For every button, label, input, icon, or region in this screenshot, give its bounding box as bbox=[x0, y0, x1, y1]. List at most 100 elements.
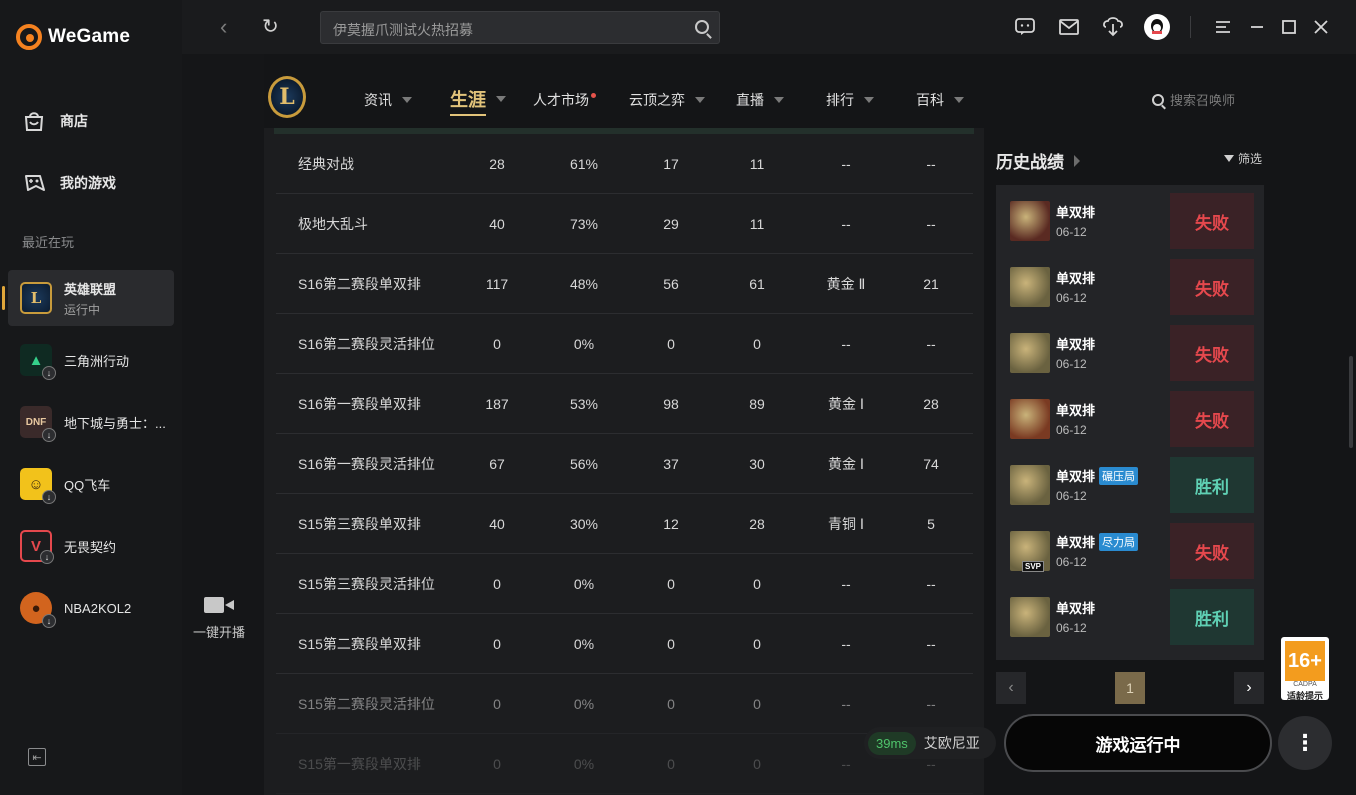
match-result: 失败 bbox=[1170, 193, 1254, 249]
chat-bubble-icon[interactable] bbox=[1014, 17, 1036, 37]
sidebar-game-lol[interactable]: L 英雄联盟 运行中 bbox=[2, 270, 174, 326]
match-result: 失败 bbox=[1170, 259, 1254, 315]
table-cell: 经典对战 bbox=[298, 156, 354, 172]
table-cell: 12 bbox=[663, 516, 679, 532]
tab-ranking[interactable]: 排行 bbox=[826, 90, 874, 110]
table-cell: 98 bbox=[663, 396, 679, 412]
table-cell: 0 bbox=[493, 756, 501, 772]
sidebar-game-qqspeed[interactable]: ☺ ↓ QQ飞车 bbox=[8, 456, 174, 512]
minimize-icon[interactable] bbox=[1246, 17, 1268, 37]
download-badge-icon: ↓ bbox=[42, 428, 56, 442]
top-bar: ‹ ↻ 伊莫握爪测试火热招募 bbox=[182, 0, 1356, 54]
wegame-logo[interactable]: WeGame bbox=[16, 24, 130, 50]
wegame-logo-icon bbox=[16, 24, 42, 50]
history-title[interactable]: 历史战绩 bbox=[996, 148, 1080, 173]
tab-talent-market[interactable]: 人才市场 bbox=[533, 90, 596, 110]
match-mode: 单双排 bbox=[1056, 205, 1096, 220]
sidebar-game-valorant[interactable]: V ↓ 无畏契约 bbox=[8, 518, 174, 574]
sidebar-game-delta[interactable]: ▲ ↓ 三角洲行动 bbox=[8, 332, 174, 388]
filter-button[interactable]: 筛选 bbox=[1224, 150, 1262, 167]
valorant-icon: V ↓ bbox=[20, 530, 54, 564]
server-selector[interactable]: 39ms 艾欧尼亚 bbox=[864, 727, 996, 759]
search-icon[interactable] bbox=[695, 20, 709, 34]
refresh-icon[interactable]: ↻ bbox=[262, 14, 279, 39]
match-mode: 单双排 bbox=[1056, 601, 1096, 616]
table-cell: 30% bbox=[569, 516, 599, 532]
match-mode: 单双排 bbox=[1056, 403, 1096, 418]
scrollbar[interactable] bbox=[1349, 356, 1353, 448]
menu-icon[interactable] bbox=[1212, 17, 1234, 37]
tab-live[interactable]: 直播 bbox=[736, 90, 784, 110]
table-row: S15第二赛段灵活排位 0 0% 0 0 -- -- bbox=[276, 674, 973, 734]
match-item[interactable]: 单双排 06-12 胜利 bbox=[1008, 589, 1254, 645]
prev-page-icon[interactable]: ‹ bbox=[996, 672, 1026, 704]
maximize-icon[interactable] bbox=[1278, 17, 1300, 37]
download-badge-icon: ↓ bbox=[42, 614, 56, 628]
game-running-button[interactable]: 游戏运行中 bbox=[1004, 714, 1272, 772]
table-cell: 0 bbox=[493, 636, 501, 652]
sidebar: WeGame 商店 我的游戏 最近在玩 L 英雄联盟 运行中 ▲↓ 三角洲行动 bbox=[0, 0, 182, 795]
sidebar-item-shop[interactable]: 商店 bbox=[22, 110, 88, 132]
table-cell: 0 bbox=[753, 636, 761, 652]
live-column bbox=[182, 0, 264, 795]
summoner-search-input[interactable]: 搜索召唤师 bbox=[1152, 90, 1235, 109]
table-cell: 11 bbox=[749, 216, 765, 232]
close-icon[interactable] bbox=[1310, 17, 1332, 37]
mail-icon[interactable] bbox=[1058, 17, 1080, 37]
match-item[interactable]: SVP 单双排 尽力局 06-12 失败 bbox=[1008, 523, 1254, 579]
match-result: 失败 bbox=[1170, 523, 1254, 579]
table-cell: 0% bbox=[573, 696, 595, 712]
search-input[interactable]: 伊莫握爪测试火热招募 bbox=[320, 11, 720, 44]
lol-logo-icon[interactable]: L bbox=[268, 76, 306, 118]
sidebar-item-label: 我的游戏 bbox=[60, 175, 116, 191]
chevron-down-icon bbox=[695, 97, 705, 103]
match-tag: 尽力局 bbox=[1099, 532, 1139, 551]
match-date: 06-12 bbox=[1056, 555, 1087, 569]
table-cell: 40 bbox=[489, 216, 505, 232]
tab-news[interactable]: 资讯 bbox=[364, 90, 412, 110]
download-badge-icon: ↓ bbox=[40, 550, 54, 564]
back-arrow-icon[interactable]: ‹ bbox=[220, 14, 227, 40]
tab-tft[interactable]: 云顶之弈 bbox=[629, 90, 705, 110]
start-live-button[interactable]: 一键开播 bbox=[192, 596, 246, 641]
match-item[interactable]: 单双排 碾压局 06-12 胜利 bbox=[1008, 457, 1254, 513]
tab-wiki[interactable]: 百科 bbox=[916, 90, 964, 110]
pagination: ‹ 1 › bbox=[996, 672, 1264, 704]
server-name: 艾欧尼亚 bbox=[923, 735, 980, 751]
table-cell: 187 bbox=[485, 396, 509, 412]
download-icon[interactable] bbox=[1102, 17, 1124, 37]
match-item[interactable]: 单双排 06-12 失败 bbox=[1008, 259, 1254, 315]
table-cell: S15第三赛段单双排 bbox=[298, 516, 421, 532]
match-date: 06-12 bbox=[1056, 489, 1087, 503]
search-icon bbox=[1152, 93, 1164, 106]
table-cell: -- bbox=[841, 696, 851, 712]
avatar-icon[interactable] bbox=[1144, 14, 1170, 40]
table-cell: 21 bbox=[923, 276, 939, 292]
game-name: NBA2KOL2 bbox=[64, 600, 132, 616]
match-item[interactable]: 单双排 06-12 失败 bbox=[1008, 325, 1254, 381]
match-date: 06-12 bbox=[1056, 621, 1087, 635]
sidebar-game-nba2k[interactable]: ● ↓ NBA2KOL2 bbox=[8, 580, 174, 636]
table-cell: S15第一赛段单双排 bbox=[298, 756, 421, 772]
table-cell: 56% bbox=[569, 456, 599, 472]
table-cell: -- bbox=[926, 576, 936, 592]
sidebar-item-my-games[interactable]: 我的游戏 bbox=[22, 172, 116, 194]
match-mode: 单双排 碾压局 bbox=[1056, 466, 1139, 485]
table-cell: 30 bbox=[749, 456, 765, 472]
champion-portrait-icon bbox=[1010, 465, 1050, 505]
tab-career[interactable]: 生涯 bbox=[450, 86, 506, 116]
match-item[interactable]: 单双排 06-12 失败 bbox=[1008, 193, 1254, 249]
table-row: S15第三赛段灵活排位 0 0% 0 0 -- -- bbox=[276, 554, 973, 614]
collapse-sidebar-icon[interactable]: ⇤ bbox=[28, 748, 46, 766]
chevron-right-icon bbox=[1074, 154, 1080, 167]
svp-badge: SVP bbox=[1022, 561, 1045, 572]
wegame-window: WeGame 商店 我的游戏 最近在玩 L 英雄联盟 运行中 ▲↓ 三角洲行动 bbox=[0, 0, 1356, 795]
match-item[interactable]: 单双排 06-12 失败 bbox=[1008, 391, 1254, 447]
table-row: 经典对战 28 61% 17 11 -- -- bbox=[276, 134, 973, 194]
ping-badge: 39ms bbox=[868, 731, 916, 755]
more-vertical-icon[interactable]: ⋮ bbox=[1278, 716, 1332, 770]
next-page-icon[interactable]: › bbox=[1234, 672, 1264, 704]
champion-portrait-icon bbox=[1010, 399, 1050, 439]
sidebar-game-dnf[interactable]: DNF ↓ 地下城与勇士：... bbox=[8, 394, 174, 450]
page-number[interactable]: 1 bbox=[1115, 672, 1145, 704]
